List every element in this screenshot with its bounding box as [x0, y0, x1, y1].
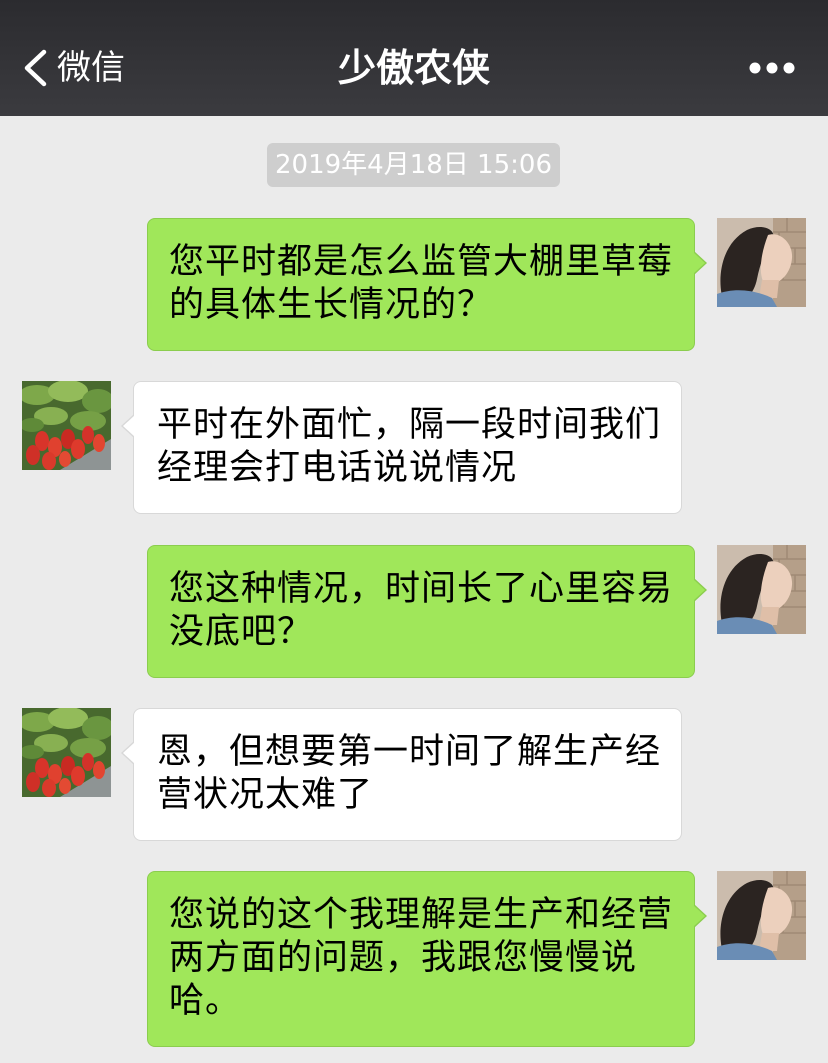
- incoming-message-bubble[interactable]: 恩，但想要第一时间了解生产经 营状况太难了: [121, 708, 682, 841]
- navigation-bar: 微信 少傲农侠: [0, 0, 828, 116]
- message-text-line: 没底吧？: [169, 612, 314, 652]
- back-label: 微信: [57, 48, 125, 88]
- more-dots-icon: [742, 48, 804, 88]
- message-text-line: 的具体生长情况的？: [169, 285, 494, 325]
- outgoing-message-bubble[interactable]: 您平时都是怎么监管大棚里草莓 的具体生长情况的？: [147, 218, 707, 351]
- my-avatar[interactable]: [717, 545, 806, 634]
- more-button[interactable]: [742, 48, 804, 88]
- my-avatar[interactable]: [717, 871, 806, 960]
- contact-avatar[interactable]: [22, 381, 111, 470]
- message-text-line: 您平时都是怎么监管大棚里草莓: [169, 242, 674, 282]
- contact-avatar[interactable]: [22, 708, 111, 797]
- message-text-line: 经理会打电话说说情况: [157, 448, 518, 488]
- my-avatar[interactable]: [717, 218, 806, 307]
- message-text-line: 您这种情况，时间长了心里容易: [169, 569, 674, 609]
- message-timestamp: 2019年4月18日 15:06: [267, 143, 560, 187]
- message-text-line: 平时在外面忙，隔一段时间我们: [157, 405, 662, 445]
- message-text-line: 营状况太难了: [157, 775, 374, 815]
- outgoing-message-bubble[interactable]: 您这种情况，时间长了心里容易 没底吧？: [147, 545, 707, 678]
- message-text-line: 哈。: [169, 981, 242, 1021]
- back-button[interactable]: 微信: [14, 40, 138, 96]
- message-text-line: 您说的这个我理解是生产和经营: [169, 895, 674, 935]
- outgoing-message-bubble[interactable]: 您说的这个我理解是生产和经营 两方面的问题，我跟您慢慢说 哈。: [147, 871, 707, 1047]
- chevron-left-icon: [22, 49, 48, 87]
- chat-title: 少傲农侠: [337, 46, 490, 90]
- incoming-message-bubble[interactable]: 平时在外面忙，隔一段时间我们 经理会打电话说说情况: [121, 381, 682, 514]
- message-text-line: 恩，但想要第一时间了解生产经: [157, 732, 662, 772]
- message-text-line: 两方面的问题，我跟您慢慢说: [169, 938, 638, 978]
